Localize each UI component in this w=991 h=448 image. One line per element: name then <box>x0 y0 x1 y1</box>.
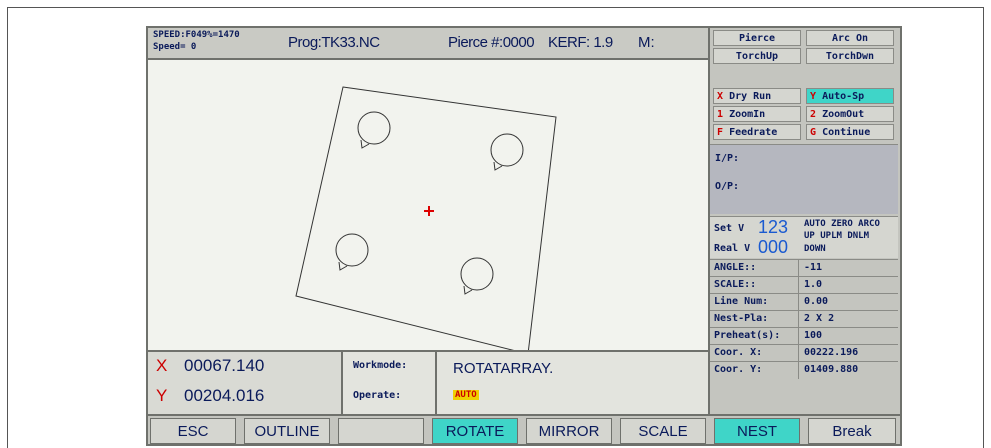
y-position: 00204.016 <box>184 386 265 405</box>
param-value: 1.0 <box>804 279 823 290</box>
auto-speed-label: Auto-Sp <box>822 91 865 102</box>
param-label: SCALE:: <box>714 279 757 290</box>
param-label: Coor. Y: <box>714 364 763 375</box>
program-name: Prog:TK33.NC <box>288 34 380 51</box>
feedrate-hotkey: F <box>717 127 724 138</box>
arc-on-button[interactable]: Arc On <box>806 30 894 46</box>
function-key-bar: ESC OUTLINE ROTATE MIRROR SCALE NEST Bre… <box>148 414 900 444</box>
hole-circle-2 <box>490 133 524 167</box>
workmode-label: Workmode: <box>353 360 408 371</box>
continue-label: Continue <box>822 127 871 138</box>
param-row-coor-y: Coor. Y: 01409.880 <box>710 361 898 379</box>
input-port-label: I/P: <box>715 153 740 164</box>
auto-speed-button[interactable]: Y Auto-Sp <box>806 88 894 104</box>
param-value: -11 <box>804 262 823 273</box>
mode-panel: Workmode: ROTATARRAY. Operate: AUTO <box>343 350 708 416</box>
zoom-in-button[interactable]: 1 ZoomIn <box>713 106 801 122</box>
part-preview <box>295 86 557 355</box>
blank-key[interactable] <box>338 418 424 444</box>
workmode-value: ROTATARRAY. <box>453 360 554 377</box>
zoom-in-label: ZoomIn <box>729 109 766 120</box>
scale-key[interactable]: SCALE <box>620 418 706 444</box>
param-value: 0.00 <box>804 296 829 307</box>
x-axis-label: X <box>156 356 168 375</box>
set-voltage-value: 123 <box>758 217 789 237</box>
real-voltage-value: 000 <box>758 237 789 257</box>
auto-speed-hotkey: Y <box>810 91 817 102</box>
param-label: Preheat(s): <box>714 330 781 341</box>
hole-circle-1 <box>357 111 391 145</box>
zoom-out-hotkey: 2 <box>810 109 817 120</box>
continue-button[interactable]: G Continue <box>806 124 894 140</box>
set-voltage-label: Set V <box>714 223 745 234</box>
status-flags-line2: UP UPLM DNLM <box>804 231 870 241</box>
x-position: 00067.140 <box>184 356 265 375</box>
break-key[interactable]: Break <box>808 418 896 444</box>
param-row-angle: ANGLE:: -11 <box>710 259 898 277</box>
torch-down-button[interactable]: TorchDwn <box>806 48 894 64</box>
zoom-out-label: ZoomOut <box>822 109 865 120</box>
real-voltage-label: Real V <box>714 243 751 254</box>
hole-circle-4 <box>460 257 494 291</box>
speed-feedrate-readout: SPEED:F049%=1470 <box>153 30 240 40</box>
hole-circle-3 <box>335 233 369 267</box>
zoom-out-button[interactable]: 2 ZoomOut <box>806 106 894 122</box>
param-row-line-num: Line Num: 0.00 <box>710 293 898 311</box>
param-label: ANGLE:: <box>714 262 757 273</box>
operate-label: Operate: <box>353 390 402 401</box>
pierce-button[interactable]: Pierce <box>713 30 801 46</box>
param-row-preheat: Preheat(s): 100 <box>710 327 898 345</box>
status-bar: SPEED:F049%=1470 Speed= 0 Prog:TK33.NC P… <box>148 28 708 60</box>
param-row-scale: SCALE:: 1.0 <box>710 276 898 294</box>
param-value: 01409.880 <box>804 364 859 375</box>
control-panel: Pierce Arc On TorchUp TorchDwn X Dry Run… <box>708 28 900 414</box>
io-area: I/P: O/P: <box>710 144 898 214</box>
status-flags-line1: AUTO ZERO ARCO <box>804 219 880 229</box>
origin-cross-icon <box>424 206 434 216</box>
dry-run-label: Dry Run <box>729 91 772 102</box>
speed-readout: Speed= 0 <box>153 42 197 52</box>
coordinate-panel: X 00067.140 Y 00204.016 <box>148 350 343 414</box>
param-row-coor-x: Coor. X: 00222.196 <box>710 344 898 362</box>
param-value: 2 X 2 <box>804 313 835 324</box>
mode-divider <box>435 352 437 416</box>
feedrate-button[interactable]: F Feedrate <box>713 124 801 140</box>
mirror-key[interactable]: MIRROR <box>526 418 612 444</box>
m-code-label: M: <box>638 34 655 51</box>
y-axis-label: Y <box>156 386 168 405</box>
cnc-screen: SPEED:F049%=1470 Speed= 0 Prog:TK33.NC P… <box>146 26 902 446</box>
kerf-value: KERF: 1.9 <box>548 34 613 51</box>
zoom-in-hotkey: 1 <box>717 109 724 120</box>
esc-key[interactable]: ESC <box>150 418 236 444</box>
continue-hotkey: G <box>810 127 817 138</box>
param-label: Line Num: <box>714 296 769 307</box>
feedrate-label: Feedrate <box>729 127 778 138</box>
param-value: 100 <box>804 330 823 341</box>
nest-key[interactable]: NEST <box>714 418 800 444</box>
dry-run-hotkey: X <box>717 91 724 102</box>
torch-up-button[interactable]: TorchUp <box>713 48 801 64</box>
rotated-plate-outline <box>295 86 557 355</box>
outline-key[interactable]: OUTLINE <box>244 418 330 444</box>
operate-mode-badge: AUTO <box>453 390 479 400</box>
param-row-nest: Nest-Pla: 2 X 2 <box>710 310 898 328</box>
param-label: Coor. X: <box>714 347 763 358</box>
pierce-count: Pierce #:0000 <box>448 34 535 51</box>
output-port-label: O/P: <box>715 181 740 192</box>
drawing-canvas[interactable] <box>148 60 708 355</box>
param-label: Nest-Pla: <box>714 313 769 324</box>
status-flags-line3: DOWN <box>804 244 826 254</box>
param-value: 00222.196 <box>804 347 859 358</box>
voltage-area: Set V 123 Real V 000 AUTO ZERO ARCO UP U… <box>710 216 898 258</box>
rotate-key[interactable]: ROTATE <box>432 418 518 444</box>
dry-run-button[interactable]: X Dry Run <box>713 88 801 104</box>
